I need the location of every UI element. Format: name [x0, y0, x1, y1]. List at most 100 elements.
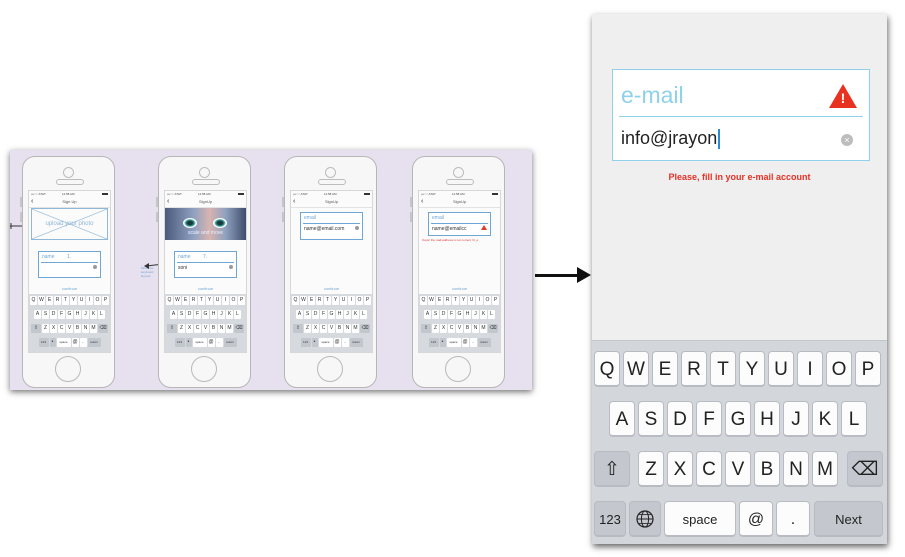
home-button[interactable]: [55, 356, 81, 382]
key-b[interactable]: B: [754, 451, 780, 487]
key[interactable]: R: [444, 296, 451, 305]
key[interactable]: A: [424, 310, 431, 319]
key[interactable]: E: [46, 296, 53, 305]
key[interactable]: S: [42, 310, 49, 319]
key[interactable]: M: [90, 324, 97, 333]
key-u[interactable]: U: [768, 351, 794, 387]
key[interactable]: S: [304, 310, 311, 319]
key[interactable]: J: [218, 310, 225, 319]
key[interactable]: U: [468, 296, 475, 305]
key-space[interactable]: space: [318, 338, 333, 347]
key[interactable]: P: [102, 296, 109, 305]
key[interactable]: Z: [432, 324, 439, 333]
key-i[interactable]: I: [797, 351, 823, 387]
key[interactable]: N: [472, 324, 479, 333]
home-button[interactable]: [191, 356, 217, 382]
key-y[interactable]: Y: [739, 351, 765, 387]
key-w[interactable]: W: [623, 351, 649, 387]
key[interactable]: F: [58, 310, 65, 319]
key[interactable]: E: [436, 296, 443, 305]
key[interactable]: L: [98, 310, 105, 319]
key[interactable]: P: [492, 296, 499, 305]
key-return[interactable]: return: [223, 338, 237, 347]
key[interactable]: Y: [332, 296, 339, 305]
key[interactable]: X: [50, 324, 57, 333]
key-n[interactable]: N: [783, 451, 809, 487]
clear-icon[interactable]: [355, 226, 359, 230]
key-dot[interactable]: .: [469, 338, 477, 347]
key[interactable]: I: [476, 296, 483, 305]
key-123[interactable]: 123: [428, 338, 439, 347]
key[interactable]: K: [90, 310, 97, 319]
key[interactable]: P: [238, 296, 245, 305]
clear-icon[interactable]: ×: [841, 134, 853, 146]
continue-link[interactable]: continue: [419, 286, 500, 291]
key-a[interactable]: A: [609, 401, 635, 437]
key-d[interactable]: D: [667, 401, 693, 437]
key-return[interactable]: return: [477, 338, 491, 347]
key[interactable]: G: [456, 310, 463, 319]
key[interactable]: D: [312, 310, 319, 319]
key[interactable]: D: [186, 310, 193, 319]
key-dot[interactable]: .: [776, 501, 810, 537]
key[interactable]: T: [324, 296, 331, 305]
key[interactable]: N: [82, 324, 89, 333]
key-g[interactable]: G: [725, 401, 751, 437]
key-123[interactable]: 123: [38, 338, 49, 347]
key[interactable]: U: [78, 296, 85, 305]
key-return[interactable]: return: [87, 338, 101, 347]
key[interactable]: V: [456, 324, 463, 333]
key-at[interactable]: @: [71, 338, 79, 347]
key[interactable]: R: [54, 296, 61, 305]
key[interactable]: M: [480, 324, 487, 333]
key[interactable]: A: [170, 310, 177, 319]
key-123[interactable]: 123: [174, 338, 185, 347]
key[interactable]: M: [352, 324, 359, 333]
key-space[interactable]: space: [192, 338, 207, 347]
key-v[interactable]: V: [725, 451, 751, 487]
key-123[interactable]: 123: [300, 338, 311, 347]
key[interactable]: X: [312, 324, 319, 333]
key[interactable]: A: [296, 310, 303, 319]
key[interactable]: M: [226, 324, 233, 333]
key[interactable]: I: [222, 296, 229, 305]
mic-icon[interactable]: •: [185, 338, 192, 347]
key-dot[interactable]: .: [341, 338, 349, 347]
key[interactable]: H: [210, 310, 217, 319]
key-x[interactable]: X: [667, 451, 693, 487]
key[interactable]: F: [194, 310, 201, 319]
key[interactable]: W: [174, 296, 181, 305]
key[interactable]: U: [340, 296, 347, 305]
clear-icon[interactable]: [93, 265, 97, 269]
continue-link[interactable]: continue: [291, 286, 372, 291]
key[interactable]: W: [38, 296, 45, 305]
email-field[interactable]: email name@email.com: [300, 212, 363, 240]
shift-icon[interactable]: ⇧: [421, 324, 431, 333]
key-space[interactable]: space: [56, 338, 71, 347]
key[interactable]: C: [58, 324, 65, 333]
key-t[interactable]: T: [710, 351, 736, 387]
key-at[interactable]: @: [739, 501, 773, 537]
key-at[interactable]: @: [207, 338, 215, 347]
key[interactable]: D: [440, 310, 447, 319]
mic-icon[interactable]: •: [311, 338, 318, 347]
shift-icon[interactable]: ⇧: [167, 324, 177, 333]
key[interactable]: J: [472, 310, 479, 319]
delete-icon[interactable]: ⌫: [488, 324, 498, 333]
key[interactable]: G: [328, 310, 335, 319]
continue-link[interactable]: continue: [29, 286, 110, 291]
delete-icon[interactable]: ⌫: [847, 451, 883, 487]
name-field[interactable]: name 1.: [38, 251, 101, 278]
key-h[interactable]: H: [754, 401, 780, 437]
key[interactable]: R: [316, 296, 323, 305]
key[interactable]: H: [336, 310, 343, 319]
key[interactable]: N: [344, 324, 351, 333]
clear-icon[interactable]: [229, 265, 233, 269]
key[interactable]: O: [356, 296, 363, 305]
key[interactable]: B: [74, 324, 81, 333]
key-s[interactable]: S: [638, 401, 664, 437]
key-k[interactable]: K: [812, 401, 838, 437]
key[interactable]: K: [352, 310, 359, 319]
key[interactable]: L: [234, 310, 241, 319]
home-button[interactable]: [317, 356, 343, 382]
